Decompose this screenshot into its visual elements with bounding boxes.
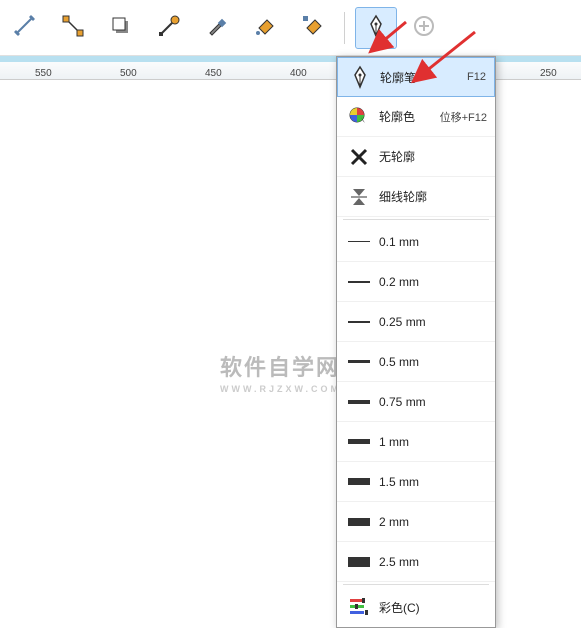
shadow-tool[interactable] (100, 7, 142, 49)
flyout-item-shortcut: F12 (467, 71, 486, 83)
flyout-no-outline[interactable]: 无轮廓 (337, 137, 495, 177)
flyout-item-shortcut: 位移+F12 (440, 109, 487, 125)
flyout-thickness-0-5[interactable]: 0.5 mm (337, 342, 495, 382)
flyout-item-label: 1 mm (379, 435, 487, 449)
interactive-fill-icon (301, 14, 325, 41)
transparency-icon (157, 14, 181, 41)
flyout-item-label: 轮廓色 (379, 108, 436, 125)
plus-icon (412, 14, 436, 41)
flyout-outline-pen[interactable]: 轮廓笔 F12 (337, 57, 495, 97)
color-wheel-icon (345, 103, 373, 131)
connector-icon (61, 14, 85, 41)
flyout-item-label: 2.5 mm (379, 555, 487, 569)
flyout-thickness-0-75[interactable]: 0.75 mm (337, 382, 495, 422)
flyout-thickness-1-5[interactable]: 1.5 mm (337, 462, 495, 502)
flyout-item-label: 1.5 mm (379, 475, 487, 489)
flyout-hairline-outline[interactable]: 细线轮廓 (337, 177, 495, 217)
outline-flyout-menu: 轮廓笔 F12 轮廓色位移+F12 无轮廓细线轮廓 0.1 mm 0.2 mm 0.25 m… (336, 56, 496, 628)
flyout-item-label: 0.1 mm (379, 235, 487, 249)
eyedropper-tool[interactable] (196, 7, 238, 49)
main-toolbar (0, 0, 581, 56)
flyout-thickness-1[interactable]: 1 mm (337, 422, 495, 462)
flyout-thickness-0-2[interactable]: 0.2 mm (337, 262, 495, 302)
ruler-label: 250 (540, 68, 557, 79)
flyout-item-label: 2 mm (379, 515, 487, 529)
thickness-preview-icon (345, 388, 373, 416)
thickness-preview-icon (345, 228, 373, 256)
flyout-thickness-0-25[interactable]: 0.25 mm (337, 302, 495, 342)
thickness-preview-icon (345, 308, 373, 336)
flyout-item-label: 0.75 mm (379, 395, 487, 409)
ruler-label: 400 (290, 68, 307, 79)
dimension-icon (13, 14, 37, 41)
thickness-preview-icon (345, 468, 373, 496)
thickness-preview-icon (345, 428, 373, 456)
flyout-thickness-2-5[interactable]: 2.5 mm (337, 542, 495, 582)
flyout-item-label: 细线轮廓 (379, 188, 487, 205)
watermark: 软件自学网 WWW.RJZXW.COM (220, 350, 341, 394)
ruler-label: 550 (35, 68, 52, 79)
shadow-icon (109, 14, 133, 41)
outline-pen-tool[interactable] (355, 7, 397, 49)
eyedropper-icon (205, 14, 229, 41)
flyout-thickness-0-1[interactable]: 0.1 mm (337, 222, 495, 262)
pen-nib-icon (364, 14, 388, 41)
thickness-preview-icon (345, 348, 373, 376)
dimension-tool[interactable] (4, 7, 46, 49)
flyout-item-label: 彩色(C) (379, 599, 487, 616)
x-mark-icon (345, 143, 373, 171)
flyout-item-label: 0.5 mm (379, 355, 487, 369)
fill-icon (253, 14, 277, 41)
ruler-label: 500 (120, 68, 137, 79)
flyout-item-label: 0.2 mm (379, 275, 487, 289)
flyout-item-label: 无轮廓 (379, 148, 487, 165)
add-tool[interactable] (403, 7, 445, 49)
ruler-label: 450 (205, 68, 222, 79)
interactive-fill-tool[interactable] (292, 7, 334, 49)
thickness-preview-icon (345, 548, 373, 576)
thickness-preview-icon (345, 508, 373, 536)
pen-nib-icon (346, 63, 374, 91)
thickness-preview-icon (345, 268, 373, 296)
hairline-icon (345, 183, 373, 211)
flyout-outline-color[interactable]: 轮廓色位移+F12 (337, 97, 495, 137)
transparency-tool[interactable] (148, 7, 190, 49)
fill-tool[interactable] (244, 7, 286, 49)
color-sliders-icon (345, 593, 373, 621)
flyout-color-more[interactable]: 彩色(C) (337, 587, 495, 627)
flyout-item-label: 轮廓笔 (380, 69, 463, 86)
connector-tool[interactable] (52, 7, 94, 49)
flyout-thickness-2[interactable]: 2 mm (337, 502, 495, 542)
flyout-item-label: 0.25 mm (379, 315, 487, 329)
